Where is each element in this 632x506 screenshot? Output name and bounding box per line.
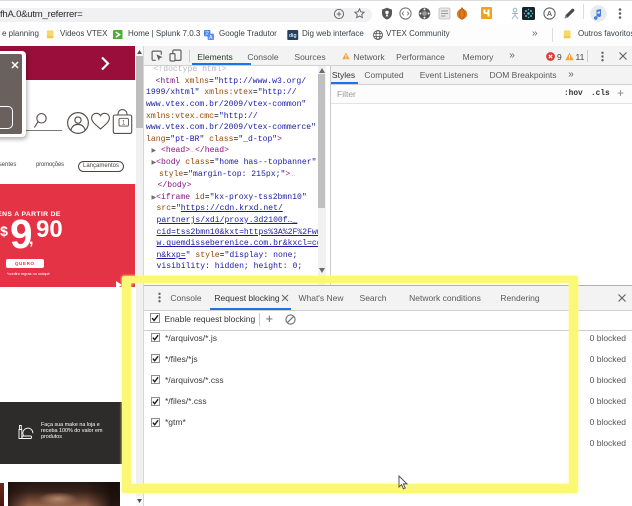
svg-text:A: A: [547, 9, 553, 18]
svg-text:dig: dig: [289, 33, 297, 39]
